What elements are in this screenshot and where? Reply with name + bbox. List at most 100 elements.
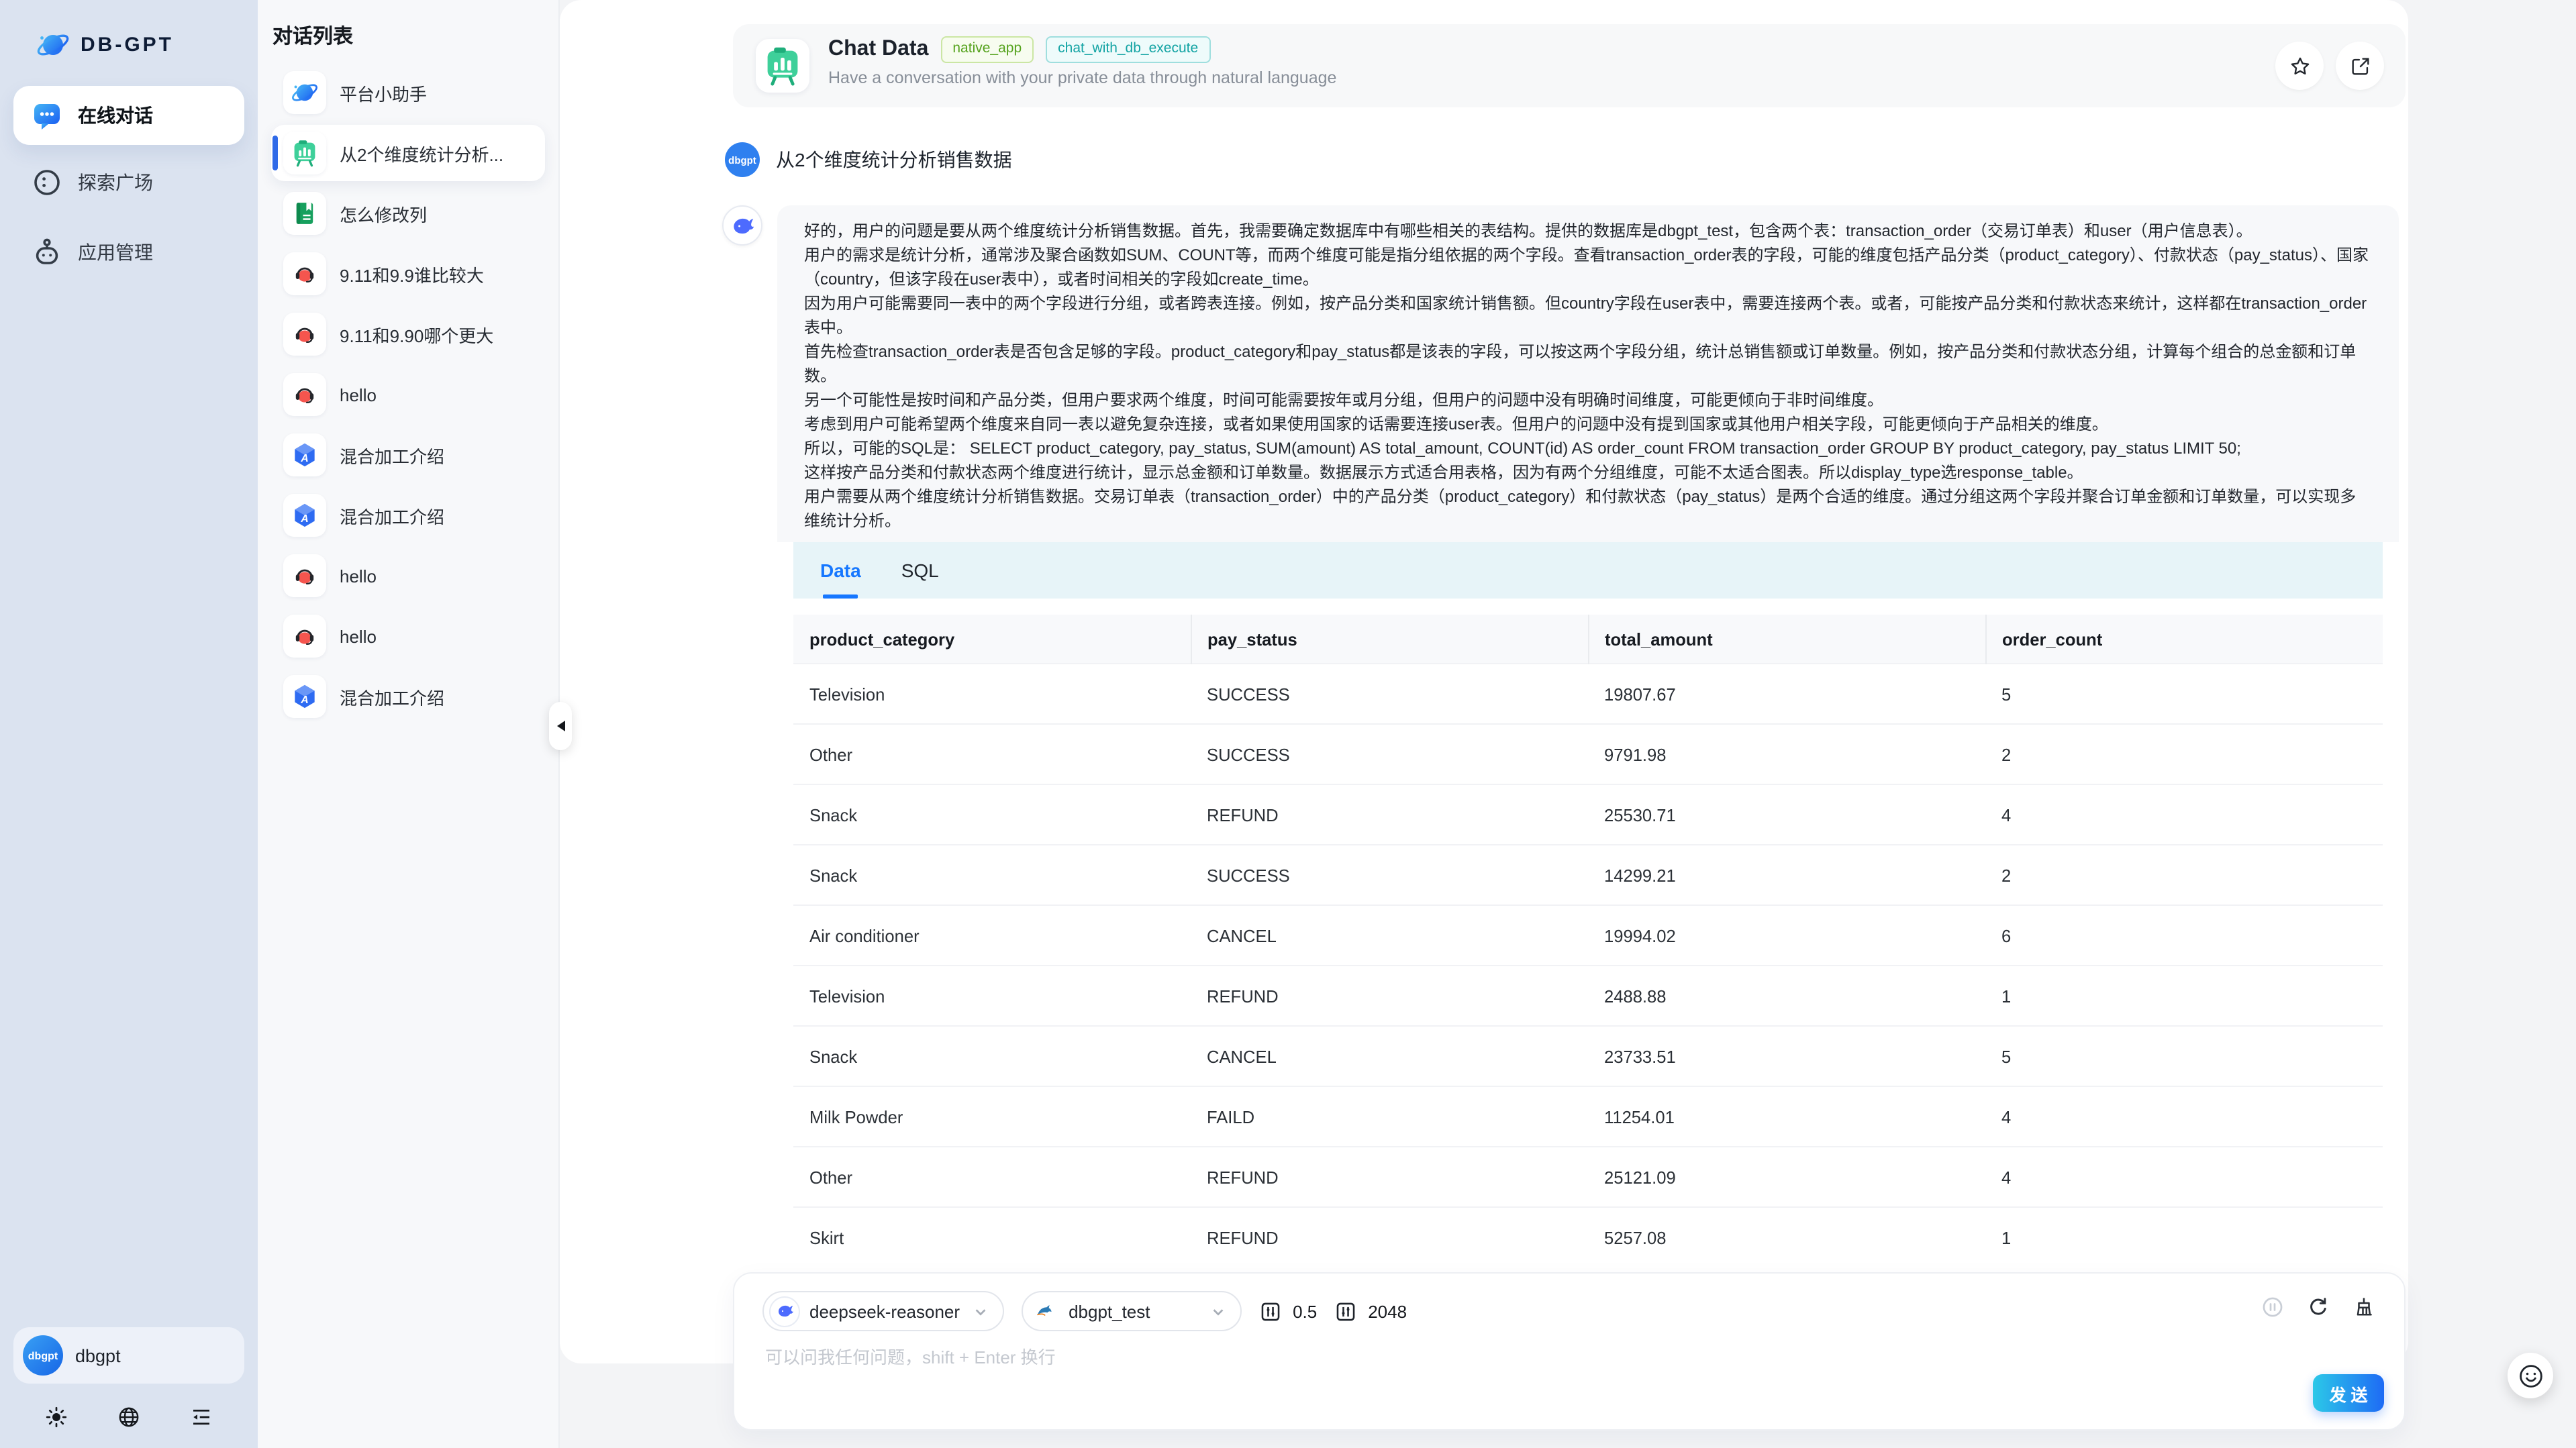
globe-icon (117, 1405, 141, 1429)
conversation-title: 混合加工介绍 (340, 684, 444, 709)
conversation-panel-title: 对话列表 (273, 21, 353, 50)
conversation-item[interactable]: 从2个维度统计分析... (271, 125, 545, 181)
reasoning-line: 用户需要从两个维度统计分析销售数据。交易订单表（transaction_orde… (804, 484, 2372, 533)
regenerate-button[interactable] (2306, 1295, 2330, 1319)
table-row: Milk PowderFAILD11254.014 (793, 1086, 2383, 1147)
table-cell: Snack (793, 784, 1191, 845)
sidebar-item-label: 应用管理 (78, 239, 153, 266)
table-cell: 9791.98 (1588, 724, 1985, 784)
table-cell: REFUND (1191, 1207, 1588, 1267)
table-row: OtherREFUND25121.094 (793, 1147, 2383, 1207)
language-button[interactable] (113, 1401, 145, 1433)
sidebar-item-label: 探索广场 (78, 169, 153, 196)
sidebar-item-explore[interactable]: 探索广场 (13, 153, 244, 212)
sun-icon (44, 1405, 68, 1429)
table-cell: Snack (793, 1026, 1191, 1086)
badge-scene: chat_with_db_execute (1046, 36, 1210, 62)
table-cell: REFUND (1191, 966, 1588, 1026)
triangle-left-icon (556, 721, 564, 731)
composer-actions (2261, 1295, 2376, 1319)
pause-circle-icon (2261, 1295, 2285, 1319)
composer: deepseek-reasoner dbgpt_test 0.5 2048 (733, 1272, 2406, 1431)
conversation-item[interactable]: 平台小助手 (271, 64, 545, 121)
sidebar-item-app-management[interactable]: 应用管理 (13, 223, 244, 282)
sliders-icon (1259, 1300, 1282, 1323)
table-cell: 5 (1985, 664, 2383, 724)
avatar: dbgpt (23, 1335, 63, 1376)
tab-data[interactable]: Data (820, 542, 861, 599)
share-icon (2348, 54, 2371, 77)
database-selector[interactable]: dbgpt_test (1022, 1291, 1242, 1331)
badge-native-app: native_app (940, 36, 1034, 62)
pause-button[interactable] (2261, 1295, 2285, 1319)
conversation-item[interactable]: A混合加工介绍 (271, 427, 545, 483)
collapse-sidebar-button[interactable] (185, 1401, 217, 1433)
conversation-item[interactable]: hello (271, 608, 545, 664)
clear-button[interactable] (2352, 1295, 2376, 1319)
table-row: SnackSUCCESS14299.212 (793, 845, 2383, 905)
conversation-item[interactable]: 9.11和9.90哪个更大 (271, 306, 545, 362)
conversation-item[interactable]: hello (271, 366, 545, 423)
table-row: OtherSUCCESS9791.982 (793, 724, 2383, 784)
red-headset-icon (283, 313, 326, 356)
max-tokens-control[interactable]: 2048 (1334, 1300, 1407, 1323)
conversation-item[interactable]: 怎么修改列 (271, 185, 545, 242)
share-button[interactable] (2336, 42, 2384, 90)
conversation-title: 平台小助手 (340, 80, 427, 105)
reasoning-line: 考虑到用户可能希望两个维度来自同一表以避免复杂连接，或者如果使用国家的话需要连接… (804, 412, 2372, 436)
sidebar-item-online-chat[interactable]: 在线对话 (13, 86, 244, 145)
conversation-title: 混合加工介绍 (340, 442, 444, 468)
panel-collapse-handle[interactable] (549, 702, 572, 750)
table-cell: FAILD (1191, 1086, 1588, 1147)
assistant-avatar (722, 205, 762, 246)
model-selector[interactable]: deepseek-reasoner (762, 1291, 1004, 1331)
conversation-title: hello (340, 384, 377, 405)
sidebar-footer (0, 1401, 258, 1433)
tab-sql[interactable]: SQL (901, 542, 939, 599)
table-cell: 19994.02 (1588, 905, 1985, 966)
conversation-item[interactable]: hello (271, 548, 545, 604)
table-row: Air conditionerCANCEL19994.026 (793, 905, 2383, 966)
user-account[interactable]: dbgpt dbgpt (13, 1327, 244, 1384)
app-header-card: Chat Data native_app chat_with_db_execut… (733, 24, 2406, 107)
smiley-icon (2516, 1361, 2544, 1390)
temperature-control[interactable]: 0.5 (1259, 1300, 1317, 1323)
red-headset-icon (283, 373, 326, 416)
conversation-item[interactable]: 9.11和9.9谁比较大 (271, 246, 545, 302)
favorite-button[interactable] (2275, 42, 2324, 90)
conversation-item[interactable]: A 混合加工介绍 (271, 668, 545, 725)
red-headset-icon (283, 252, 326, 295)
table-cell: Other (793, 724, 1191, 784)
deepseek-model-icon (769, 1296, 800, 1327)
dbgpt-planet-icon (35, 27, 71, 63)
chat-input[interactable] (762, 1341, 2083, 1402)
table-cell: 25121.09 (1588, 1147, 1985, 1207)
app-logo: DB-GPT (35, 27, 174, 63)
indent-collapse-icon (189, 1405, 213, 1429)
star-icon (2288, 54, 2311, 77)
chat-bubble-icon (31, 99, 63, 132)
reasoning-line: 所以，可能的SQL是： SELECT product_category, pay… (804, 436, 2372, 460)
feedback-floating-button[interactable] (2508, 1353, 2553, 1398)
theme-toggle-button[interactable] (40, 1401, 72, 1433)
table-cell: 4 (1985, 1086, 2383, 1147)
robot-icon (31, 236, 63, 268)
reasoning-line: 这样按产品分类和付款状态两个维度进行统计，显示总金额和订单数量。数据展示方式适合… (804, 460, 2372, 484)
table-cell: 2 (1985, 845, 2383, 905)
conversation-title: 混合加工介绍 (340, 503, 444, 528)
table-cell: Snack (793, 845, 1191, 905)
table-cell: CANCEL (1191, 1026, 1588, 1086)
conversation-title: 从2个维度统计分析... (340, 140, 503, 166)
table-cell: 4 (1985, 1147, 2383, 1207)
temperature-value: 0.5 (1293, 1301, 1317, 1321)
send-button[interactable]: 发 送 (2313, 1374, 2384, 1412)
model-name: deepseek-reasoner (809, 1301, 960, 1321)
column-header: product_category (793, 615, 1191, 664)
conversation-title: hello (340, 626, 377, 646)
reasoning-line: 好的，用户的问题是要从两个维度统计分析销售数据。首先，我需要确定数据库中有哪些相… (804, 219, 2372, 243)
conversation-item[interactable]: A 混合加工介绍 (271, 487, 545, 544)
blue-hexagon-icon: A (283, 494, 326, 537)
blue-hexagon-icon: A (283, 675, 326, 718)
table-row: SnackREFUND25530.714 (793, 784, 2383, 845)
conversation-title: 9.11和9.90哪个更大 (340, 321, 493, 347)
